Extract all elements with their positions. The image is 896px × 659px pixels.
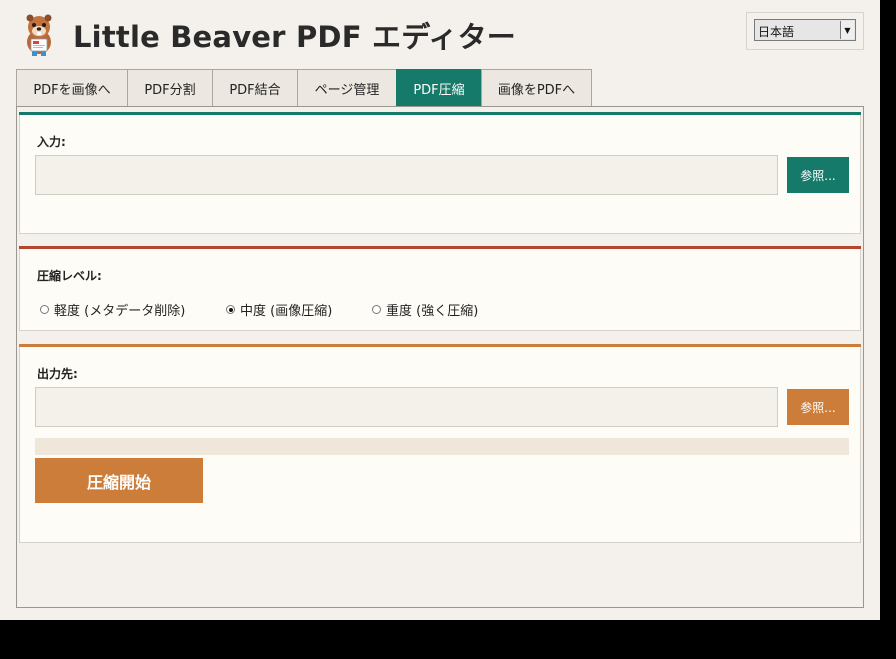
output-label: 出力先:: [37, 367, 78, 381]
input-path-field[interactable]: [35, 155, 778, 195]
radio-medium-label: 中度 (画像圧縮): [240, 304, 333, 319]
tab-pdf-compress[interactable]: PDF圧縮: [396, 69, 482, 106]
output-path-field[interactable]: [35, 387, 778, 427]
radio-light-indicator[interactable]: [40, 305, 49, 314]
input-browse-button[interactable]: 参照...: [787, 157, 849, 193]
progress-bar: [35, 438, 849, 455]
radio-heavy-indicator[interactable]: [372, 305, 381, 314]
app-window: Little Beaver PDF エディター 日本語 ▼ PDFを画像へ PD…: [0, 0, 880, 620]
tab-image-to-pdf[interactable]: 画像をPDFへ: [481, 69, 592, 106]
input-section-accent: [19, 112, 861, 115]
tab-pdf-to-image[interactable]: PDFを画像へ: [16, 69, 128, 106]
compress-panel: 入力: 参照... 圧縮レベル: 軽度 (メタデータ削除) 中度 (画像圧縮) …: [16, 106, 864, 608]
output-browse-button[interactable]: 参照...: [787, 389, 849, 425]
radio-medium[interactable]: 中度 (画像圧縮): [226, 300, 332, 319]
tab-pdf-merge[interactable]: PDF結合: [212, 69, 298, 106]
radio-heavy-label: 重度 (強く圧縮): [386, 304, 479, 319]
level-section: 圧縮レベル: 軽度 (メタデータ削除) 中度 (画像圧縮) 重度 (強く圧縮): [19, 246, 861, 331]
language-panel: 日本語 ▼: [746, 12, 864, 50]
chevron-down-icon[interactable]: ▼: [840, 21, 854, 39]
tab-bar: PDFを画像へ PDF分割 PDF結合 ページ管理 PDF圧縮 画像をPDFへ: [16, 69, 592, 107]
input-section: 入力: 参照...: [19, 112, 861, 234]
radio-heavy[interactable]: 重度 (強く圧縮): [372, 300, 478, 319]
start-compress-button[interactable]: 圧縮開始: [35, 458, 203, 503]
level-section-accent: [19, 246, 861, 249]
tab-page-management[interactable]: ページ管理: [297, 69, 397, 106]
radio-medium-indicator[interactable]: [226, 305, 235, 314]
output-section: 出力先: 参照... 圧縮開始: [19, 344, 861, 543]
language-select[interactable]: 日本語 ▼: [754, 19, 856, 41]
language-select-value: 日本語: [758, 25, 795, 39]
radio-light[interactable]: 軽度 (メタデータ削除): [40, 300, 185, 319]
app-title: Little Beaver PDF エディター: [73, 20, 516, 54]
output-section-accent: [19, 344, 861, 347]
level-label: 圧縮レベル:: [37, 269, 102, 283]
beaver-mascot-icon: [26, 14, 52, 56]
tab-pdf-split[interactable]: PDF分割: [127, 69, 213, 106]
radio-light-label: 軽度 (メタデータ削除): [54, 304, 186, 319]
input-label: 入力:: [37, 135, 66, 149]
